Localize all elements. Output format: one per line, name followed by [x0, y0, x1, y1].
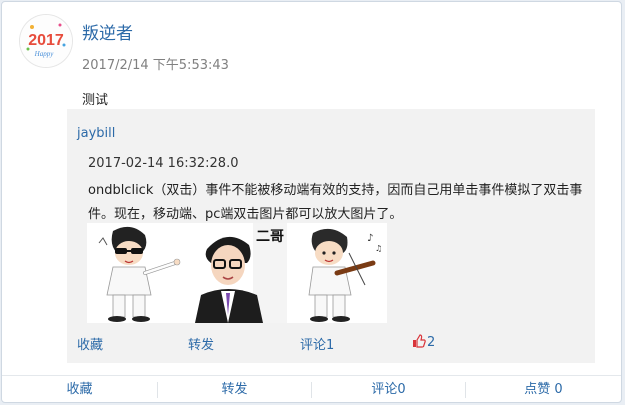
post-timestamp: 2017/2/14 下午5:53:43 — [82, 58, 229, 73]
footer-comment-button[interactable]: 评论0 — [312, 376, 465, 404]
repost-image-1[interactable] — [87, 223, 187, 323]
avatar-caption: Happy — [34, 50, 55, 58]
repost-author[interactable]: jaybill — [77, 126, 115, 141]
svg-text:♫: ♫ — [375, 244, 382, 253]
svg-text:♪: ♪ — [367, 233, 373, 244]
repost-timestamp: 2017-02-14 16:32:28.0 — [88, 156, 239, 171]
repost-image-2[interactable]: 二哥 — [187, 223, 287, 323]
thumbs-up-icon — [413, 334, 426, 348]
repost-favorite-button[interactable]: 收藏 — [77, 334, 103, 353]
poster-top-char: 二哥 — [256, 229, 284, 245]
repost-box: jaybill 2017-02-14 16:32:28.0 ondblclick… — [67, 109, 595, 363]
post-card: 2017 Happy 叛逆者 2017/2/14 下午5:53:43 测试 ja… — [1, 1, 622, 403]
post-footer-bar: 收藏 转发 评论0 点赞 0 — [2, 375, 621, 404]
footer-forward-button[interactable]: 转发 — [158, 376, 311, 404]
repost-image-3[interactable]: ♪ ♫ — [287, 223, 387, 323]
cartoon-singer-image — [87, 223, 187, 323]
repost-forward-button[interactable]: 转发 — [188, 334, 214, 353]
repost-action-bar: 收藏 转发 评论1 2 — [67, 334, 595, 354]
repost-body-text: ondblclick（双击）事件不能被移动端有效的支持，因而自己用单击事件模拟了… — [88, 183, 583, 222]
footer-like-button[interactable]: 点赞 0 — [466, 376, 621, 404]
avatar-image: 2017 Happy — [20, 15, 72, 67]
footer-favorite-button[interactable]: 收藏 — [2, 376, 157, 404]
repost-like-count: 2 — [427, 335, 436, 350]
post-text: 测试 — [82, 93, 109, 108]
avatar[interactable]: 2017 Happy — [20, 15, 72, 67]
repost-like-button[interactable]: 2 — [412, 334, 435, 350]
post-username[interactable]: 叛逆者 — [82, 19, 133, 44]
avatar-year: 2017 — [28, 32, 64, 49]
repost-comment-button[interactable]: 评论1 — [300, 334, 334, 353]
violinist-image: ♪ ♫ — [287, 223, 387, 323]
glasses-man-image: 二哥 — [187, 223, 287, 323]
